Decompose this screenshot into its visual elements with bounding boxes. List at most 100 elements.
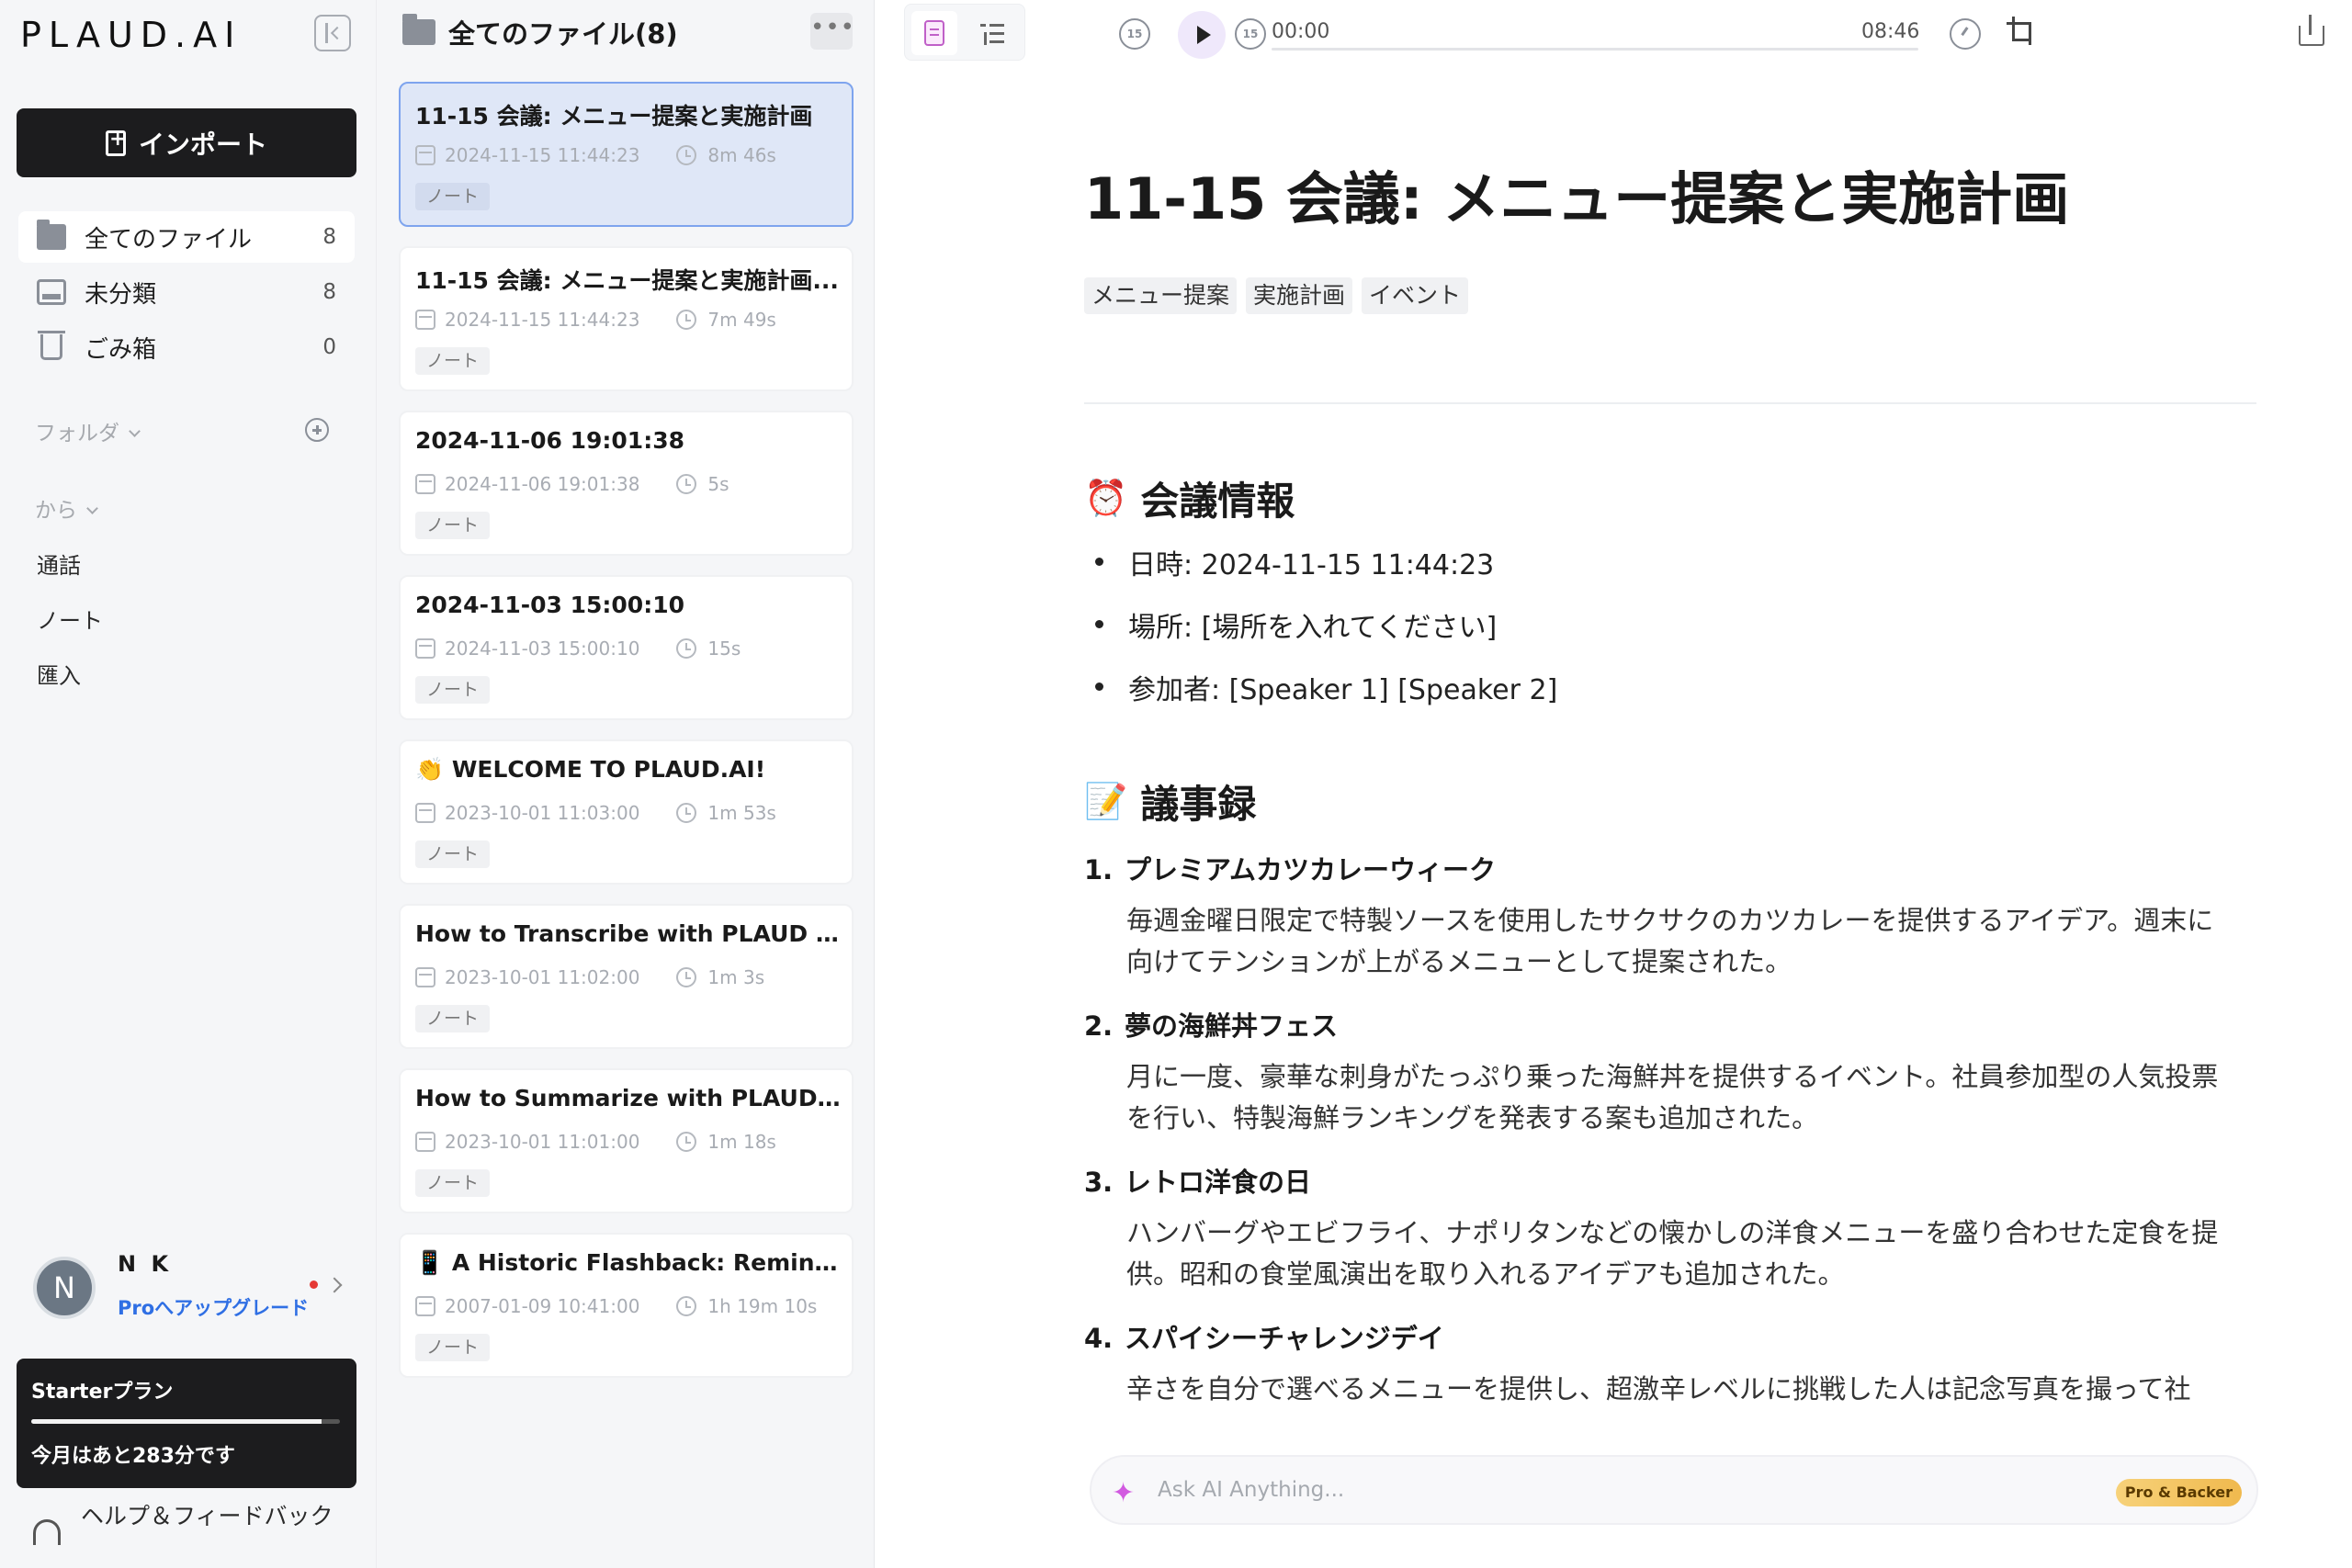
clock-icon: [676, 803, 697, 823]
file-title: 👏 WELCOME TO PLAUD.AI!: [415, 756, 766, 783]
file-card[interactable]: 👏 WELCOME TO PLAUD.AI! 2023-10-01 11:03:0…: [399, 739, 854, 885]
file-title: How to Transcribe with PLAUD De...: [415, 920, 842, 947]
minutes-item: 3. レトロ洋食の日 ハンバーグやエビフライ、ナポリタンなどの懐かしの洋食メニューを…: [1084, 1157, 2278, 1295]
note-tag[interactable]: 実施計画: [1246, 277, 1353, 314]
help-feedback-link[interactable]: ヘルプ＆フィードバック: [33, 1499, 338, 1545]
file-card[interactable]: 11-15 会議: メニュー提案と実施計画 2024-11-15 11:44:23…: [399, 82, 854, 227]
source-item-call[interactable]: 通話: [37, 547, 81, 580]
nav-uncategorized[interactable]: 未分類 8: [18, 266, 355, 318]
nav-all-files[interactable]: 全てのファイル 8: [18, 211, 355, 263]
file-list-header: 全てのファイル(8): [402, 13, 678, 51]
skip-back-icon[interactable]: 15: [1119, 18, 1150, 50]
file-duration: 5s: [707, 473, 729, 495]
clock-icon: [676, 145, 697, 165]
playback-speed-icon[interactable]: [1950, 18, 1981, 50]
folder-section-toggle[interactable]: フォルダ: [35, 415, 141, 446]
summary-view-button[interactable]: [911, 11, 957, 55]
file-duration: 7m 49s: [707, 309, 776, 331]
add-folder-icon[interactable]: [305, 418, 329, 442]
calendar-icon: [415, 967, 435, 987]
file-tag: ノート: [415, 1005, 491, 1032]
avatar[interactable]: N: [33, 1257, 96, 1319]
nav-trash[interactable]: ごみ箱 0: [18, 321, 355, 373]
file-meta: 2024-11-06 19:01:38 5s: [415, 473, 729, 495]
play-button[interactable]: [1178, 11, 1226, 59]
calendar-icon: [415, 1296, 435, 1316]
file-card[interactable]: How to Summarize with PLAUD D... 2023-10-…: [399, 1068, 854, 1213]
minutes-item-label: レトロ洋食の日: [1125, 1167, 1312, 1198]
file-duration: 15s: [707, 637, 741, 660]
file-list-title: 全てのファイル(8): [448, 18, 678, 50]
share-icon[interactable]: [2299, 15, 2326, 46]
sparkle-icon: ✦: [1112, 1477, 1136, 1509]
calendar-icon: [415, 803, 435, 823]
upgrade-link[interactable]: Proへアップグレード: [118, 1293, 309, 1321]
calendar-icon: [415, 474, 435, 494]
file-tag: ノート: [415, 840, 491, 868]
file-tag: ノート: [415, 1169, 491, 1197]
file-title: 📱 A Historic Flashback: Reminisc...: [415, 1249, 842, 1276]
file-card[interactable]: 11-15 会議: メニュー提案と実施計画... 2024-11-15 11:44…: [399, 246, 854, 391]
alarm-clock-icon: ⏰: [1084, 478, 1128, 518]
playback-scrubber[interactable]: [1272, 48, 1918, 51]
outline-view-button[interactable]: [969, 11, 1015, 55]
help-label: ヘルプ＆フィードバック: [81, 1503, 334, 1529]
minutes-item-label: スパイシーチャレンジデイ: [1125, 1323, 1444, 1354]
trash-icon: [38, 331, 65, 360]
folder-section-label: フォルダ: [35, 422, 119, 446]
plan-usage-bar: [31, 1419, 340, 1424]
file-tag: ノート: [415, 347, 491, 375]
chevron-down-icon: [129, 425, 141, 437]
clock-icon: [676, 474, 697, 494]
file-duration: 1m 53s: [707, 802, 776, 824]
file-date: 2007-01-09 10:41:00: [445, 1295, 640, 1317]
source-item-note[interactable]: ノート: [37, 603, 103, 635]
source-item-import[interactable]: 匯入: [37, 658, 81, 690]
nav-label: ごみ箱: [85, 335, 157, 364]
divider: [1084, 402, 2256, 404]
minutes-item-number: 2.: [1084, 1010, 1114, 1042]
minutes-item-number: 4.: [1084, 1323, 1114, 1354]
document-icon: [924, 20, 944, 46]
meeting-info-list: 日時: 2024-11-15 11:44:23 場所: [場所を入れてください]…: [1084, 542, 1557, 729]
memo-icon: 📝: [1084, 781, 1128, 821]
chevron-right-icon[interactable]: [326, 1277, 343, 1293]
skip-forward-icon[interactable]: 15: [1235, 18, 1266, 50]
note-title: 11-15 会議: メニュー提案と実施計画: [1084, 165, 2070, 232]
file-title: 11-15 会議: メニュー提案と実施計画...: [415, 267, 839, 294]
folder-icon: [37, 220, 66, 250]
trim-icon[interactable]: [2007, 17, 2034, 45]
minutes-heading: 📝 議事録: [1084, 773, 1256, 829]
file-meta: 2024-11-15 11:44:23 8m 46s: [415, 144, 776, 166]
note-tags: メニュー提案 実施計画 イベント: [1084, 277, 1469, 314]
user-name: N K: [118, 1251, 173, 1277]
more-options-button[interactable]: •••: [810, 13, 854, 50]
nav-count: 8: [322, 280, 336, 304]
file-card[interactable]: 2024-11-06 19:01:38 2024-11-06 19:01:38 5s…: [399, 411, 854, 556]
file-date: 2024-11-06 19:01:38: [445, 473, 640, 495]
headset-icon: [33, 1519, 61, 1545]
source-section-toggle[interactable]: から: [35, 492, 98, 524]
nav-count: 8: [322, 225, 336, 249]
calendar-icon: [415, 310, 435, 330]
file-card[interactable]: 📱 A Historic Flashback: Reminisc... 2007-…: [399, 1233, 854, 1378]
file-tag: ノート: [415, 183, 491, 210]
nav-label: 未分類: [85, 280, 157, 309]
chevron-down-icon: [86, 502, 98, 514]
minutes-item-body: 辛さを自分で選べるメニューを提供し、超激辛レベルに挑戦した人は記念写真を撮って社: [1126, 1373, 2191, 1404]
note-tag[interactable]: イベント: [1362, 277, 1469, 314]
ask-ai-input[interactable]: ✦ Ask AI Anything... Pro & Backer: [1090, 1455, 2258, 1525]
file-duration: 1h 19m 10s: [707, 1295, 818, 1317]
import-button[interactable]: インポート: [17, 108, 356, 177]
calendar-icon: [415, 145, 435, 165]
file-title: 2024-11-03 15:00:10: [415, 592, 684, 618]
note-tag[interactable]: メニュー提案: [1084, 277, 1238, 314]
source-section-label: から: [35, 499, 77, 523]
file-duration: 8m 46s: [707, 144, 776, 166]
file-card[interactable]: 2024-11-03 15:00:10 2024-11-03 15:00:10 15…: [399, 575, 854, 720]
file-duration: 1m 18s: [707, 1131, 776, 1153]
file-card[interactable]: How to Transcribe with PLAUD De... 2023-1…: [399, 904, 854, 1049]
collapse-sidebar-button[interactable]: [314, 15, 351, 51]
file-meta: 2023-10-01 11:03:00 1m 53s: [415, 802, 776, 824]
file-duration: 1m 3s: [707, 966, 765, 988]
